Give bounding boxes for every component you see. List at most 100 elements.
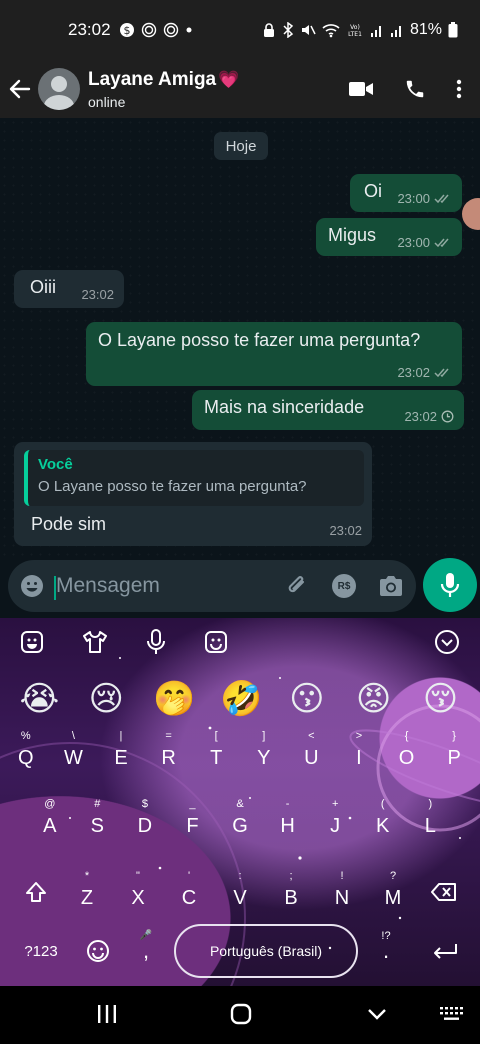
key-alt: ;	[289, 870, 293, 882]
key-d[interactable]: $ D	[121, 794, 169, 846]
mute-icon	[301, 25, 316, 35]
symbols-key[interactable]: ?123	[14, 924, 68, 978]
key-e[interactable]: | E	[97, 726, 145, 778]
contact-name: Layane Amiga 💗	[88, 69, 348, 91]
emoji-key[interactable]	[76, 924, 120, 978]
key-s[interactable]: # S	[74, 794, 122, 846]
message-text: Pode sim	[31, 514, 107, 534]
key-h[interactable]: -H	[264, 794, 312, 846]
enter-key[interactable]	[420, 924, 470, 978]
key-z[interactable]: * Z	[63, 866, 111, 918]
key-y[interactable]: ] Y	[240, 726, 288, 778]
contact-info[interactable]: Layane Amiga 💗 online	[88, 69, 348, 110]
key-label: J	[330, 815, 341, 837]
emoji-suggestion[interactable]: 😗	[287, 682, 327, 716]
hide-keyboard-button[interactable]	[364, 1000, 390, 1028]
key-l[interactable]: ) L	[407, 794, 455, 846]
voice-input-icon[interactable]	[146, 629, 166, 655]
message-meta: 23:02	[329, 523, 362, 538]
backspace-icon	[431, 883, 456, 901]
message-input[interactable]: Mensagem	[54, 574, 284, 600]
key-m[interactable]: ? M	[369, 866, 417, 918]
message-bubble[interactable]: O Layane posso te fazer uma pergunta? 23…	[86, 322, 462, 386]
emoji-keyboard-icon[interactable]	[20, 630, 44, 654]
message-time: 23:02	[404, 409, 437, 424]
key-v[interactable]: :V	[216, 866, 264, 918]
key-a[interactable]: @ A	[26, 794, 74, 846]
message-bubble[interactable]: Oi 23:00	[350, 174, 462, 212]
key-g[interactable]: & G	[216, 794, 264, 846]
period-key[interactable]: !? .	[364, 924, 408, 978]
message-input-pill: Mensagem R$	[8, 560, 416, 612]
message-bubble[interactable]: Mais na sinceridade 23:02	[192, 390, 464, 430]
emoji-suggestion[interactable]: 🤣	[220, 682, 262, 716]
voice-record-button[interactable]	[423, 558, 477, 612]
microphone-icon	[440, 573, 460, 597]
key-n[interactable]: ! N	[318, 866, 366, 918]
keyboard-switch-button[interactable]	[438, 1000, 466, 1028]
emoji-suggestion[interactable]: 😢	[86, 682, 126, 716]
key-r[interactable]: = R	[145, 726, 193, 778]
backspace-key[interactable]	[420, 866, 468, 918]
mic-hint-icon: 🎤	[139, 930, 153, 941]
key-alt: )	[428, 798, 433, 810]
theme-shirt-icon[interactable]	[82, 630, 108, 654]
key-label: B	[284, 887, 298, 909]
avatar[interactable]	[38, 68, 80, 110]
video-call-icon[interactable]	[348, 80, 374, 98]
space-key[interactable]: Português (Brasil)	[174, 924, 358, 978]
emoji-icon[interactable]	[20, 574, 44, 598]
key-f[interactable]: _ F	[169, 794, 217, 846]
key-o[interactable]: {O	[383, 726, 431, 778]
key-label: D	[137, 815, 153, 837]
key-label: A	[43, 815, 57, 837]
more-options-icon[interactable]	[456, 78, 462, 100]
emoji-suggestion[interactable]: 😚	[420, 682, 460, 716]
fingerprint-icon-2	[163, 22, 178, 38]
key-alt: '	[187, 870, 191, 882]
key-b[interactable]: ; B	[267, 866, 315, 918]
date-chip: Hoje	[214, 132, 268, 160]
key-label: T	[210, 747, 223, 769]
message-bubble[interactable]: Migus 23:00	[316, 218, 462, 256]
key-j[interactable]: + J	[311, 794, 359, 846]
bluetooth-icon	[283, 22, 294, 38]
recents-button[interactable]	[94, 1000, 120, 1028]
comma-key[interactable]: 🎤 ,	[124, 924, 168, 978]
payment-label: R$	[337, 580, 351, 592]
key-alt: *	[84, 870, 90, 882]
key-k[interactable]: (K	[359, 794, 407, 846]
key-t[interactable]: [T	[192, 726, 240, 778]
sticker-icon[interactable]	[204, 630, 228, 654]
message-list[interactable]: Hoje Oi 23:00 Migus 23:00 Oiii 23:02 O L…	[0, 118, 480, 558]
quoted-text: O Layane posso te fazer uma pergunta?	[38, 478, 307, 495]
back-button[interactable]	[2, 60, 38, 118]
emoji-suggestion[interactable]: 😡	[354, 682, 394, 716]
quoted-message[interactable]: Você O Layane posso te fazer uma pergunt…	[24, 450, 364, 506]
home-button[interactable]	[228, 1000, 254, 1028]
key-alt: %	[20, 730, 31, 742]
phone-call-icon[interactable]	[404, 78, 426, 100]
signal-icon-1	[370, 26, 381, 37]
comma-label: ,	[142, 938, 150, 963]
key-w[interactable]: \ W	[50, 726, 98, 778]
message-bubble[interactable]: Oiii 23:02	[14, 270, 124, 308]
collapse-chevron-icon[interactable]	[434, 629, 460, 655]
key-alt: }	[452, 730, 456, 742]
camera-icon[interactable]	[378, 575, 404, 597]
key-label: E	[114, 747, 128, 769]
emoji-suggestion[interactable]: 😭	[19, 682, 60, 716]
key-u[interactable]: < U	[288, 726, 336, 778]
key-alt: @	[44, 798, 56, 810]
message-bubble[interactable]: Você O Layane posso te fazer uma pergunt…	[14, 442, 372, 546]
key-q[interactable]: % Q	[2, 726, 50, 778]
payment-icon[interactable]: R$	[332, 574, 356, 598]
emoji-suggestion[interactable]: 🤭	[153, 682, 195, 716]
message-time: 23:00	[397, 235, 430, 250]
key-i[interactable]: > I	[335, 726, 383, 778]
attach-clip-icon[interactable]	[284, 573, 310, 599]
key-p[interactable]: } P	[430, 726, 478, 778]
key-c[interactable]: ' C	[165, 866, 213, 918]
shift-key[interactable]	[12, 866, 60, 918]
key-x[interactable]: " X	[114, 866, 162, 918]
